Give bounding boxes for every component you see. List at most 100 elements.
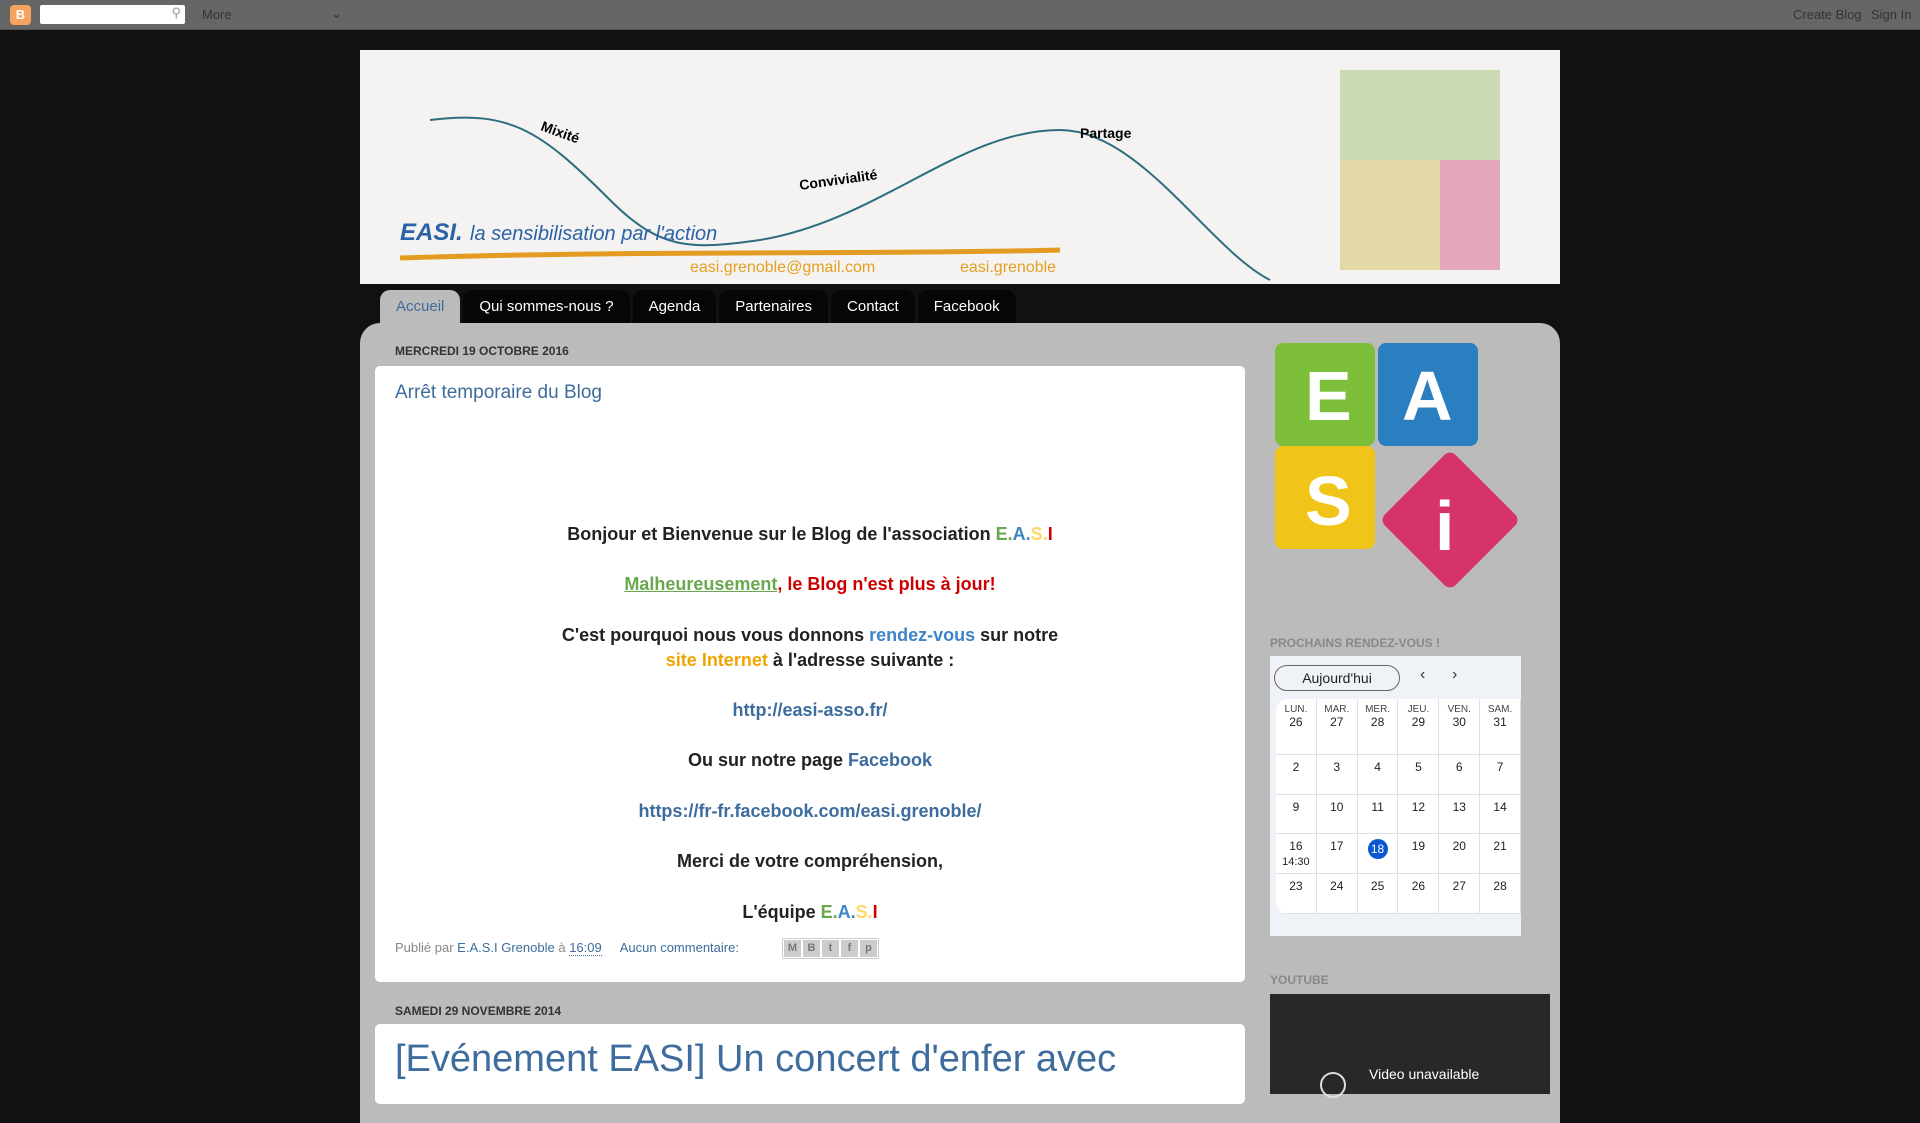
calendar-day[interactable]: 2 (1276, 755, 1317, 795)
chevron-down-icon: ⌄ (331, 6, 342, 21)
svg-text:Convivialité: Convivialité (798, 166, 878, 193)
info-icon (1320, 1072, 1346, 1098)
day-number: 6 (1455, 760, 1463, 774)
calendar-day[interactable]: 5 (1398, 755, 1440, 795)
calendar-day[interactable]: LUN. 26 (1276, 699, 1317, 755)
facebook-share-icon[interactable]: f (840, 939, 859, 958)
text: rendez-vous (869, 625, 976, 645)
youtube-heading: YOUTUBE (1270, 973, 1329, 987)
weekday-label: LUN. (1284, 704, 1308, 715)
calendar-day[interactable]: 10 (1316, 795, 1358, 834)
day-number: 27 (1452, 879, 1466, 893)
calendar-day[interactable]: 14 (1480, 795, 1521, 834)
calendar-day[interactable]: 17 (1316, 834, 1358, 874)
calendar-day[interactable]: 25 (1357, 874, 1399, 914)
search-input[interactable]: ⚲ (40, 5, 185, 24)
day-number: 25 (1370, 879, 1385, 893)
agenda-heading: PROCHAINS RENDEZ-VOUS ! (1270, 636, 1441, 650)
create-blog-link[interactable]: Create Blog (1793, 7, 1862, 22)
chevron-right-icon[interactable]: › (1452, 666, 1457, 684)
pinterest-share-icon[interactable]: p (859, 939, 878, 958)
calendar-day[interactable]: MAR. 27 (1316, 699, 1358, 755)
svg-text:EASI.: EASI. (400, 219, 463, 246)
calendar-day[interactable]: 27 (1439, 874, 1481, 914)
day-number: 3 (1333, 760, 1341, 774)
text: Merci de votre compréhension, (676, 851, 944, 871)
tab-accueil[interactable]: Accueil (380, 290, 461, 324)
day-number: 16 (1289, 839, 1303, 853)
calendar-day[interactable]: 4 (1357, 755, 1399, 795)
calendar-day[interactable]: 13 (1439, 795, 1481, 834)
calendar-day[interactable]: 7 (1480, 755, 1521, 795)
twitter-share-icon[interactable]: t (821, 939, 840, 958)
post-title[interactable]: [Evénement EASI] Un concert d'enfer avec (395, 1038, 1116, 1081)
search-icon[interactable]: ⚲ (171, 5, 181, 21)
calendar-day[interactable]: 23 (1276, 874, 1317, 914)
tab-agenda[interactable]: Agenda (632, 290, 717, 324)
calendar-day[interactable]: 19 (1398, 834, 1440, 874)
post-date: SAMEDI 29 NOVEMBRE 2014 (395, 1004, 562, 1018)
day-number: 19 (1411, 839, 1426, 853)
text: L'équipe (742, 902, 821, 922)
day-number: 26 (1411, 879, 1426, 893)
day-number: 29 (1411, 715, 1426, 729)
day-number: 14 (1493, 800, 1507, 814)
facebook-link[interactable]: Facebook (848, 750, 932, 770)
post-title[interactable]: Arrêt temporaire du Blog (395, 382, 602, 404)
text: E. (820, 902, 838, 922)
today-button[interactable]: Aujourd'hui (1274, 665, 1400, 691)
email-share-icon[interactable]: M (783, 939, 802, 958)
svg-text:easi.grenoble@gmail.com: easi.grenoble@gmail.com (690, 259, 875, 276)
blogger-logo-icon[interactable]: B (10, 5, 31, 25)
calendar-day[interactable]: 18 (1357, 834, 1399, 874)
calendar-day[interactable]: 6 (1439, 755, 1481, 795)
text: S. (1030, 524, 1048, 544)
text: à (554, 940, 570, 955)
calendar-day[interactable]: JEU. 29 (1398, 699, 1440, 755)
sign-in-link[interactable]: Sign In (1871, 7, 1911, 22)
text: à l'adresse suivante : (767, 650, 955, 670)
calendar-day[interactable]: 11 (1357, 795, 1399, 834)
day-number: 10 (1330, 800, 1344, 814)
calendar-day[interactable]: 12 (1398, 795, 1440, 834)
chevron-left-icon[interactable]: ‹ (1420, 666, 1425, 684)
youtube-embed[interactable]: Video unavailable (1270, 994, 1550, 1098)
calendar-day[interactable]: 21 (1480, 834, 1521, 874)
event-time[interactable]: 14:30 (1276, 856, 1316, 868)
weekday-label: MER. (1365, 704, 1391, 715)
day-number: 31 (1493, 715, 1507, 729)
text: C'est pourquoi nous vous donnons (561, 625, 870, 645)
svg-text:E: E (1305, 357, 1352, 435)
day-number: 24 (1330, 879, 1344, 893)
text: Ou sur notre page (687, 750, 848, 770)
calendar-day[interactable]: 16 14:30 (1276, 834, 1317, 874)
tab-qui-sommes-nous[interactable]: Qui sommes-nous ? (463, 290, 630, 324)
tab-contact[interactable]: Contact (831, 290, 915, 324)
site-link[interactable]: http://easi-asso.fr/ (732, 700, 887, 720)
time-link[interactable]: 16:09 (569, 940, 602, 956)
text: S. (855, 902, 873, 922)
header-banner[interactable]: EASI. la sensibilisation par l'action ea… (360, 50, 1560, 284)
calendar-day[interactable]: VEN. 30 (1439, 699, 1481, 755)
text: I (872, 902, 878, 922)
calendar-day[interactable]: 26 (1398, 874, 1440, 914)
calendar-day[interactable]: 9 (1276, 795, 1317, 834)
blogger-share-icon[interactable]: B (802, 939, 821, 958)
text: A. (1012, 524, 1031, 544)
blogger-navbar: B ⚲ More ⌄ Create Blog Sign In (0, 0, 1920, 30)
text: site Internet (665, 650, 768, 670)
calendar-day[interactable]: 20 (1439, 834, 1481, 874)
comments-link[interactable]: Aucun commentaire: (620, 940, 739, 955)
svg-text:S: S (1305, 462, 1352, 540)
calendar-day[interactable]: 24 (1316, 874, 1358, 914)
more-dropdown[interactable]: More ⌄ (202, 6, 342, 22)
facebook-url-link[interactable]: https://fr-fr.facebook.com/easi.grenoble… (638, 801, 981, 821)
tab-partenaires[interactable]: Partenaires (719, 290, 829, 324)
author-link[interactable]: E.A.S.I Grenoble (457, 940, 555, 955)
weekday-label: SAM. (1487, 704, 1513, 715)
calendar-day[interactable]: MER. 28 (1357, 699, 1399, 755)
calendar-day[interactable]: 3 (1316, 755, 1358, 795)
calendar-day[interactable]: SAM. 31 (1480, 699, 1521, 755)
tab-facebook[interactable]: Facebook (917, 290, 1016, 324)
calendar-day[interactable]: 28 (1480, 874, 1521, 914)
